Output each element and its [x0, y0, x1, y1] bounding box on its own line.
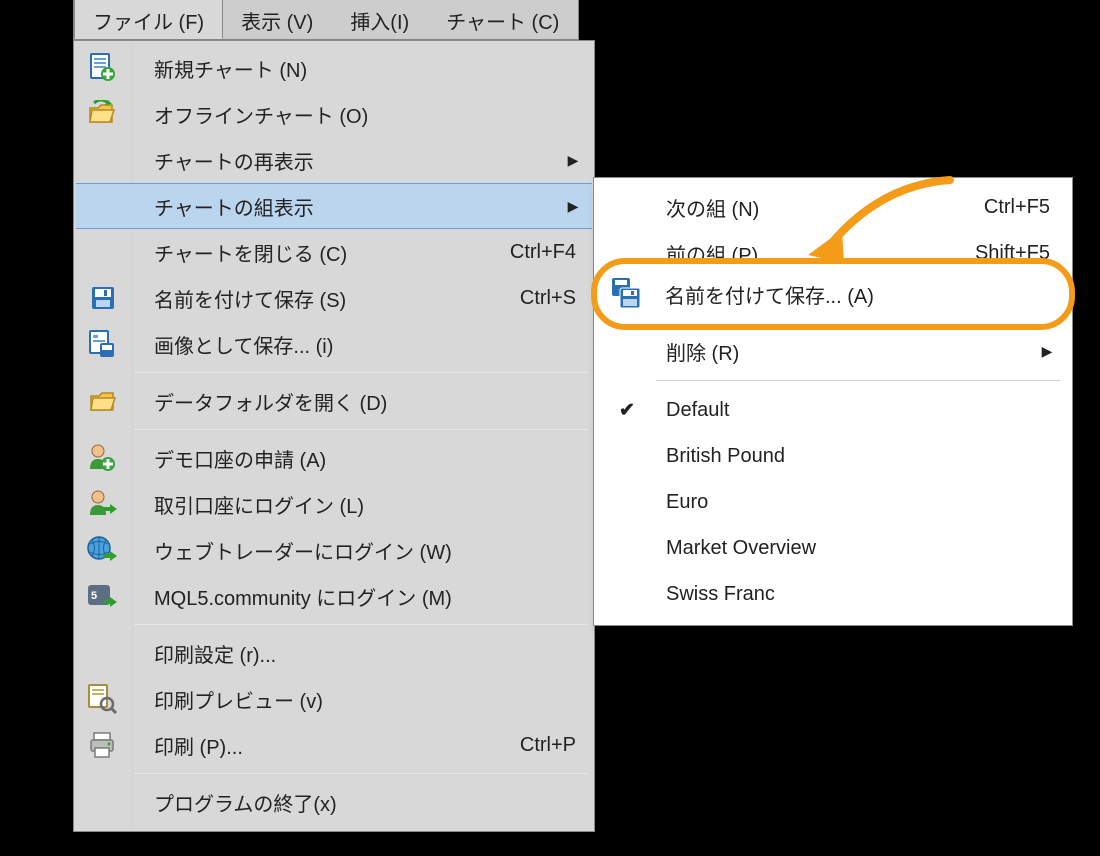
- menuitem-label: チャートの再表示: [130, 146, 562, 175]
- chart-profiles-submenu: 次の組 (N) Ctrl+F5 前の組 (P) Shift+F5 削除 (R) …: [593, 177, 1073, 626]
- menubar-item-insert[interactable]: 挿入(I): [332, 0, 428, 39]
- menuitem-label: 印刷プレビュー (v): [130, 685, 584, 714]
- chevron-right-icon: ▶: [562, 198, 584, 215]
- floppy-image-icon: [76, 329, 130, 359]
- submenu-profile-swiss-franc[interactable]: Swiss Franc: [600, 571, 1066, 617]
- menu-separator: [134, 372, 588, 373]
- menuitem-label: 印刷設定 (r)...: [130, 639, 584, 668]
- menuitem-shortcut: Ctrl+F5: [984, 196, 1058, 219]
- menu-separator: [656, 380, 1060, 381]
- menu-separator: [134, 624, 588, 625]
- menuitem-label: 削除 (R): [654, 337, 1036, 366]
- menuitem-label: データフォルダを開く (D): [130, 387, 584, 416]
- menuitem-exit[interactable]: プログラムの終了(x): [76, 779, 592, 825]
- menuitem-open-data-folder[interactable]: データフォルダを開く (D): [76, 378, 592, 424]
- file-menu: 新規チャート (N) オフラインチャート (O) チャートの再表示 ▶ チャート…: [73, 40, 595, 832]
- menubar-item-view[interactable]: 表示 (V): [223, 0, 332, 39]
- menuitem-label: 印刷 (P)...: [130, 731, 520, 760]
- menuitem-label: プログラムの終了(x): [130, 788, 584, 817]
- menuitem-label: チャートの組表示: [130, 192, 562, 221]
- menuitem-print[interactable]: 印刷 (P)... Ctrl+P: [76, 722, 592, 768]
- menuitem-label: 名前を付けて保存 (S): [130, 284, 520, 313]
- menuitem-label: オフラインチャート (O): [130, 100, 584, 129]
- menuitem-label: チャートを閉じる (C): [130, 238, 510, 267]
- floppy-dual-icon: [597, 277, 659, 311]
- menuitem-label: デモ口座の申請 (A): [130, 444, 584, 473]
- menuitem-offline-chart[interactable]: オフラインチャート (O): [76, 91, 592, 137]
- submenu-profile-default[interactable]: ✔ Default: [600, 387, 1066, 433]
- check-icon: ✔: [600, 399, 654, 422]
- menuitem-label: British Pound: [654, 445, 1058, 468]
- folder-open-icon: [76, 388, 130, 414]
- menuitem-label: 次の組 (N): [654, 193, 984, 222]
- menuitem-label: Swiss Franc: [654, 583, 1058, 606]
- menuitem-chart-redisplay[interactable]: チャートの再表示 ▶: [76, 137, 592, 183]
- menuitem-label: MQL5.community にログイン (M): [130, 582, 584, 611]
- menu-separator: [134, 773, 588, 774]
- doc-plus-icon: [76, 53, 130, 83]
- menuitem-print-preview[interactable]: 印刷プレビュー (v): [76, 676, 592, 722]
- submenu-delete[interactable]: 削除 (R) ▶: [600, 328, 1066, 374]
- floppy-icon: [76, 285, 130, 311]
- menubar-item-file[interactable]: ファイル (F): [74, 0, 223, 39]
- menuitem-label: Market Overview: [654, 537, 1058, 560]
- doc-preview-icon: [76, 684, 130, 714]
- chevron-right-icon: ▶: [562, 152, 584, 169]
- menuitem-chart-profiles[interactable]: チャートの組表示 ▶: [76, 183, 592, 229]
- menuitem-label: 名前を付けて保存... (A): [659, 280, 1069, 309]
- chevron-right-icon: ▶: [1036, 343, 1058, 360]
- menuitem-label: ウェブトレーダーにログイン (W): [130, 536, 584, 565]
- menuitem-new-chart[interactable]: 新規チャート (N): [76, 45, 592, 91]
- submenu-profile-gbp[interactable]: British Pound: [600, 433, 1066, 479]
- menuitem-label: Default: [654, 399, 1058, 422]
- menubar: ファイル (F) 表示 (V) 挿入(I) チャート (C): [73, 0, 579, 40]
- submenu-next-profile[interactable]: 次の組 (N) Ctrl+F5: [600, 184, 1066, 230]
- menuitem-label: Euro: [654, 491, 1058, 514]
- globe-arrow-icon: [76, 536, 130, 564]
- person-arrow-icon: [76, 489, 130, 519]
- folder-open-green-icon: [76, 100, 130, 128]
- menu-separator: [134, 429, 588, 430]
- menuitem-trade-account-login[interactable]: 取引口座にログイン (L): [76, 481, 592, 527]
- menuitem-save-as[interactable]: 名前を付けて保存 (S) Ctrl+S: [76, 275, 592, 321]
- menuitem-label: 画像として保存... (i): [130, 330, 584, 359]
- menuitem-save-image[interactable]: 画像として保存... (i): [76, 321, 592, 367]
- menuitem-label: 取引口座にログイン (L): [130, 490, 584, 519]
- menubar-item-chart[interactable]: チャート (C): [428, 0, 578, 39]
- menuitem-label: 新規チャート (N): [130, 54, 584, 83]
- menuitem-close-chart[interactable]: チャートを閉じる (C) Ctrl+F4: [76, 229, 592, 275]
- annotation-callout-save-as[interactable]: 名前を付けて保存... (A): [591, 258, 1075, 330]
- menuitem-demo-account[interactable]: デモ口座の申請 (A): [76, 435, 592, 481]
- menuitem-shortcut: Ctrl+P: [520, 734, 584, 757]
- printer-icon: [76, 731, 130, 759]
- submenu-profile-market-overview[interactable]: Market Overview: [600, 525, 1066, 571]
- menuitem-webtrader-login[interactable]: ウェブトレーダーにログイン (W): [76, 527, 592, 573]
- mql5-badge-icon: [76, 582, 130, 610]
- menuitem-shortcut: Ctrl+F4: [510, 241, 584, 264]
- menuitem-mql5-login[interactable]: MQL5.community にログイン (M): [76, 573, 592, 619]
- submenu-profile-euro[interactable]: Euro: [600, 479, 1066, 525]
- menuitem-shortcut: Ctrl+S: [520, 287, 584, 310]
- menuitem-print-setup[interactable]: 印刷設定 (r)...: [76, 630, 592, 676]
- person-plus-icon: [76, 443, 130, 473]
